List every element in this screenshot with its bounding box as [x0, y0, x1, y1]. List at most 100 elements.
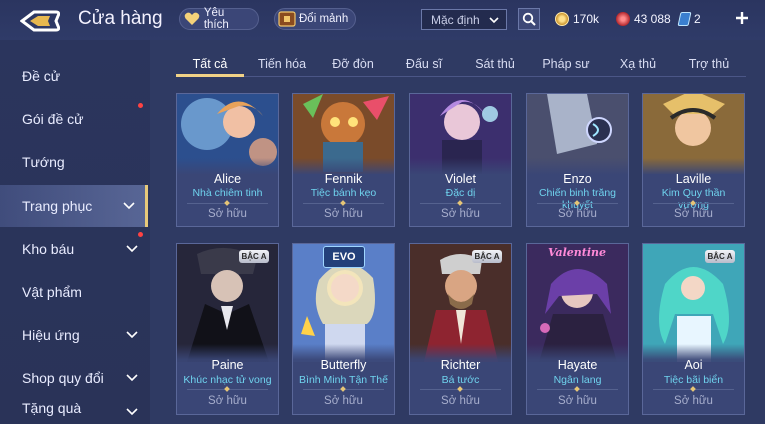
- sidebar-item-label: Kho báu: [22, 241, 75, 257]
- skin-card[interactable]: BẬC A Richter Bá tước Sở hữu: [409, 243, 512, 415]
- sidebar-item-exchange-shop[interactable]: Shop quy đổi: [0, 357, 148, 399]
- hero-name: Butterfly: [320, 358, 367, 372]
- skin-name: Bá tước: [441, 374, 480, 386]
- divider: [303, 203, 384, 204]
- hero-name: Laville: [675, 172, 712, 186]
- skin-name: Nhà chiêm tinh: [192, 187, 263, 199]
- sidebar-item-heroes[interactable]: Tướng: [0, 141, 148, 183]
- ownership-status: Sở hữu: [441, 395, 480, 407]
- skin-name: Ngân lang: [553, 374, 602, 386]
- ownership-status: Sở hữu: [558, 208, 597, 220]
- sort-dropdown[interactable]: Mặc định: [421, 9, 507, 30]
- favorites-button[interactable]: Yêu thích: [179, 7, 259, 31]
- tier-badge: BẬC A: [705, 250, 735, 263]
- hero-name: Enzo: [563, 172, 592, 186]
- sidebar-item-label: Vật phẩm: [22, 284, 82, 300]
- sidebar-item-items[interactable]: Vật phẩm: [0, 271, 148, 313]
- sidebar-item-label: Tướng: [22, 154, 65, 170]
- ownership-status: Sở hữu: [208, 395, 247, 407]
- skin-card[interactable]: Enzo Chiến binh trăng khuyết Sở hữu: [526, 93, 629, 227]
- tab-all[interactable]: Tất cả: [176, 50, 244, 78]
- divider: [303, 389, 384, 390]
- voucher-balance: 2: [677, 10, 701, 28]
- heart-icon: [183, 10, 201, 28]
- ownership-status: Sở hữu: [558, 395, 597, 407]
- gold-coin-icon: [555, 12, 569, 26]
- ownership-status: Sở hữu: [324, 395, 363, 407]
- plus-icon: [736, 12, 748, 24]
- ruby-value: 43 088: [634, 12, 671, 26]
- search-icon: [522, 12, 536, 26]
- tab-evolution[interactable]: Tiến hóa: [250, 50, 314, 78]
- voucher-value: 2: [694, 12, 701, 26]
- hero-name: Paine: [211, 358, 244, 372]
- fragment-exchange-button[interactable]: Đổi mảnh: [274, 8, 356, 30]
- treasure-chest-icon: [278, 10, 296, 28]
- tier-badge: BẬC A: [239, 250, 269, 263]
- divider: [653, 203, 734, 204]
- skin-name: Tiệc bánh kẹo: [310, 187, 377, 199]
- hero-name: Violet: [444, 172, 477, 186]
- divider: [653, 389, 734, 390]
- sidebar-item-featured-bundles[interactable]: Gói đề cử: [0, 98, 148, 140]
- skin-card[interactable]: EVO Butterfly Bình Minh Tận Thế Sở hữu: [292, 243, 395, 415]
- tab-marksman[interactable]: Xạ thủ: [613, 50, 663, 78]
- top-up-button[interactable]: [733, 9, 751, 27]
- skin-name: Khúc nhạc tử vong: [183, 374, 272, 386]
- sidebar-item-skins[interactable]: Trang phục: [0, 185, 148, 227]
- divider: [187, 203, 268, 204]
- divider: [537, 203, 618, 204]
- chevron-down-icon: [126, 374, 138, 382]
- sidebar-item-gifts[interactable]: Tặng quà: [0, 400, 148, 424]
- back-button[interactable]: [19, 10, 61, 32]
- role-filter-tabs: Tất cả Tiến hóa Đỡ đòn Đấu sĩ Sát thủ Ph…: [176, 50, 746, 78]
- skin-card[interactable]: Laville Kim Quy thần vương Sở hữu: [642, 93, 745, 227]
- favorites-label: Yêu thích: [203, 7, 229, 31]
- back-arrow-icon: [19, 10, 61, 32]
- sort-value: Mặc định: [431, 12, 480, 27]
- chevron-down-icon: [126, 245, 138, 253]
- skin-card[interactable]: Violet Đặc dị Sở hữu: [409, 93, 512, 227]
- sidebar-item-label: Shop quy đổi: [22, 370, 104, 386]
- ruby-icon: [616, 12, 630, 26]
- sidebar-item-label: Trang phục: [22, 198, 93, 214]
- sidebar-item-effects[interactable]: Hiệu ứng: [0, 314, 148, 356]
- tab-mage[interactable]: Pháp sư: [538, 50, 594, 78]
- evo-badge: EVO: [323, 246, 365, 268]
- hero-name: Alice: [213, 172, 242, 186]
- page-title: Cửa hàng: [78, 8, 163, 29]
- skin-card[interactable]: Valentine Hayate Ngân lang Sở hữu: [526, 243, 629, 415]
- ownership-status: Sở hữu: [324, 208, 363, 220]
- fragments-label: Đổi mảnh: [299, 13, 349, 25]
- chevron-down-icon: [123, 202, 135, 210]
- event-badge: Valentine: [547, 246, 607, 259]
- tab-support[interactable]: Trợ thủ: [681, 50, 737, 78]
- chevron-down-icon: [126, 408, 138, 416]
- ownership-status: Sở hữu: [674, 395, 713, 407]
- ruby-balance: 43 088: [616, 10, 671, 28]
- hero-name: Aoi: [684, 358, 703, 372]
- ownership-status: Sở hữu: [208, 208, 247, 220]
- skin-card[interactable]: Fennik Tiệc bánh kẹo Sở hữu: [292, 93, 395, 227]
- ownership-status: Sở hữu: [674, 208, 713, 220]
- skin-card[interactable]: BẬC A Paine Khúc nhạc tử vong Sở hữu: [176, 243, 279, 415]
- sidebar-item-label: Tặng quà: [22, 400, 82, 416]
- skin-card[interactable]: Alice Nhà chiêm tinh Sở hữu: [176, 93, 279, 227]
- hero-name: Richter: [440, 358, 481, 372]
- sidebar-item-label: Gói đề cử: [22, 111, 84, 127]
- tab-tank[interactable]: Đỡ đòn: [326, 50, 380, 78]
- gold-balance: 170k: [555, 10, 599, 28]
- hero-name: Hayate: [557, 358, 598, 372]
- chevron-down-icon: [126, 331, 138, 339]
- sidebar-item-featured[interactable]: Đề cử: [0, 55, 148, 97]
- sidebar-item-label: Đề cử: [22, 68, 61, 84]
- divider: [420, 389, 501, 390]
- sidebar-item-treasure[interactable]: Kho báu: [0, 228, 148, 270]
- divider: [420, 203, 501, 204]
- skin-card[interactable]: BẬC A Aoi Tiệc bãi biển Sở hữu: [642, 243, 745, 415]
- tab-assassin[interactable]: Sát thủ: [468, 50, 522, 78]
- tab-fighter[interactable]: Đấu sĩ: [399, 50, 449, 78]
- search-button[interactable]: [518, 8, 540, 30]
- divider: [187, 389, 268, 390]
- ownership-status: Sở hữu: [441, 208, 480, 220]
